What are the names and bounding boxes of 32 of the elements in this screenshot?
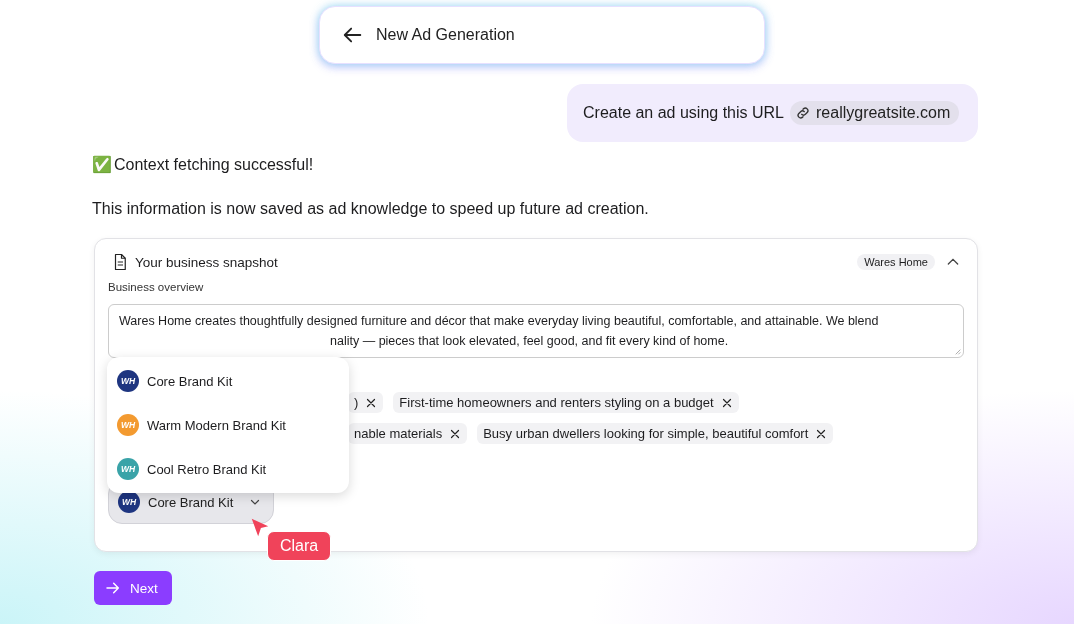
url-chip[interactable]: reallygreatsite.com [790, 101, 960, 125]
remove-button[interactable] [449, 427, 462, 440]
audience-chip: Busy urban dwellers looking for simple, beautiful comfort [477, 423, 834, 444]
info-text: This information is now saved as ad knowledge to speed up future ad creation. [92, 200, 650, 218]
remove-button[interactable] [720, 396, 733, 409]
message-text: Create an ad using this URL [583, 104, 784, 122]
audience-chip: nable materials [348, 423, 468, 444]
card-title: Your business snapshot [135, 254, 279, 270]
menu-item[interactable]: WH Warm Modern Brand Kit [107, 403, 349, 447]
next-button[interactable]: Next [94, 571, 172, 605]
brand-logo: WH [117, 370, 139, 392]
arrow-right-icon [105, 580, 121, 596]
brand-logo: WH [117, 414, 139, 436]
check-emoji: ✅ [92, 156, 112, 174]
close-icon [449, 427, 462, 440]
audience-chip: First-time homeowners and renters styling on a budget [393, 392, 739, 413]
resize-handle-icon [953, 347, 961, 355]
close-icon [815, 427, 828, 440]
remove-button[interactable] [815, 427, 828, 440]
remove-button[interactable] [365, 396, 378, 409]
close-icon [720, 396, 733, 409]
menu-item[interactable]: WH Core Brand Kit [107, 359, 349, 403]
cursor-name-tag: Clara [267, 531, 332, 561]
status-text: Context fetching successful! [114, 156, 314, 174]
brand-logo: WH [117, 458, 139, 480]
brand-logo: WH [118, 491, 140, 513]
field-label: Business overview [108, 281, 205, 293]
close-icon [365, 396, 378, 409]
business-tag: Wares Home [857, 254, 935, 270]
link-icon [795, 105, 811, 121]
audience-chip: ) [348, 392, 384, 413]
header-title: New Ad Generation [376, 26, 515, 44]
